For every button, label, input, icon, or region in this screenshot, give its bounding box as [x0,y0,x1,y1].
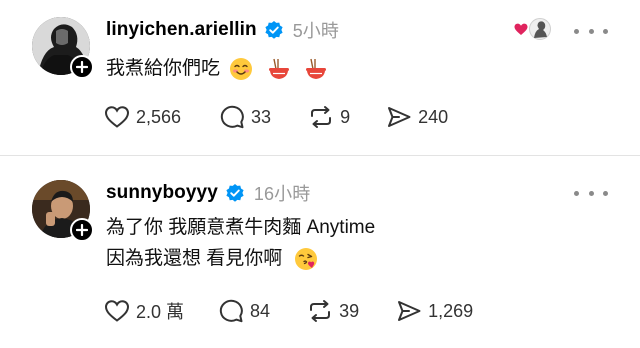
like-count: 2,566 [136,106,182,127]
post-time[interactable]: 16小時 [254,180,310,206]
share-count: 1,269 [428,300,474,321]
avatar-wrap[interactable] [32,180,94,242]
repost-icon [310,300,331,322]
more-options-icon[interactable] [574,182,608,204]
post-text: 為了你 我願意煮牛肉麵 Anytime 因為我還想 看見你啊 [106,212,375,274]
noodle-bowl-emoji [268,58,289,79]
post-actions: 2,566 33 9 240 [104,105,448,129]
post-header: linyichen.ariellin 5小時 [106,17,339,43]
comment-button[interactable]: 84 [218,299,270,323]
share-icon [398,301,421,321]
share-button[interactable]: 240 [386,105,448,129]
share-icon [388,107,411,127]
share-count: 240 [418,106,449,127]
post-text: 我煮給你們吃 [106,53,328,84]
comment-count: 84 [250,300,271,321]
verified-badge-icon [226,184,244,202]
heart-icon [104,300,130,322]
share-button[interactable]: 1,269 [396,299,473,323]
verified-badge-icon [265,21,283,39]
post-text-line: 因為我還想 看見你啊 [106,248,283,269]
like-count: 2.0 萬 [136,302,185,322]
repost-icon [311,106,332,128]
thread-post-1: linyichen.ariellin 5小時 我煮給你們吃 2,566 33 9… [0,0,640,155]
post-time[interactable]: 5小時 [293,17,339,43]
follow-button[interactable] [70,218,94,242]
avatar-wrap[interactable] [32,17,94,79]
post-text-line-2: 因為我還想 看見你啊 [106,243,375,274]
follow-button[interactable] [70,55,94,79]
follow-plus-icon [76,61,88,73]
repost-button[interactable]: 9 [308,105,350,129]
like-button[interactable]: 2,566 [104,105,181,129]
repost-count: 9 [340,106,351,127]
thread-post-2: sunnyboyyy 16小時 為了你 我願意煮牛肉麵 Anytime 因為我還… [0,156,640,348]
reactor-badge[interactable] [514,18,551,40]
heart-icon [104,106,130,128]
repost-count: 39 [339,300,360,321]
post-header: sunnyboyyy 16小時 [106,180,310,206]
post-text-line: 我煮給你們吃 [106,58,221,79]
post-actions: 2.0 萬 84 39 1,269 [104,298,473,324]
comment-icon [219,299,243,323]
repost-button[interactable]: 39 [307,299,359,323]
heart-reaction-icon [514,23,528,35]
noodle-bowl-emoji [305,58,326,79]
comment-count: 33 [251,106,272,127]
comment-button[interactable]: 33 [219,105,271,129]
post-text-line: 為了你 我願意煮牛肉麵 Anytime [106,217,376,238]
more-options-icon[interactable] [574,20,608,42]
reactor-avatar [529,18,551,40]
like-button[interactable]: 2.0 萬 [104,298,184,324]
smiling-face-emoji [230,57,253,80]
face-blowing-kiss-emoji [294,247,317,270]
comment-icon [220,105,244,129]
username[interactable]: linyichen.ariellin [106,19,257,41]
follow-plus-icon [76,224,88,236]
username[interactable]: sunnyboyyy [106,182,218,204]
